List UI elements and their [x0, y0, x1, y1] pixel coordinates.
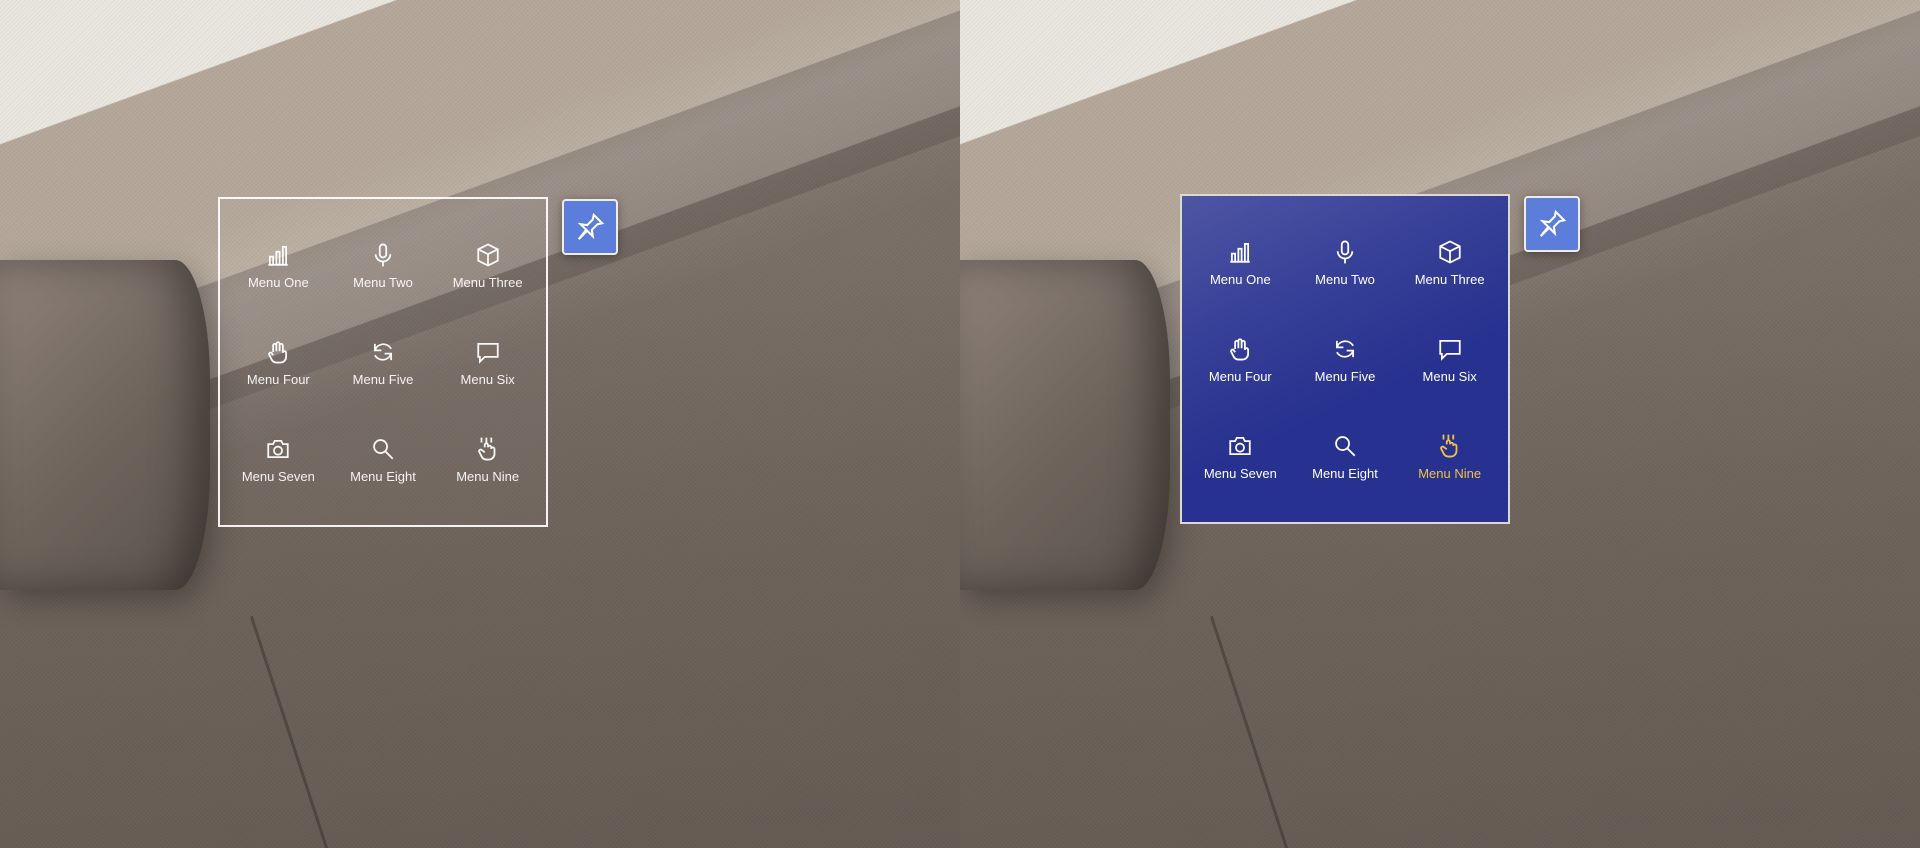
pillow — [960, 260, 1170, 590]
menu-label: Menu Five — [1315, 370, 1376, 384]
pin-button[interactable] — [1524, 196, 1580, 252]
menu-label: Menu Four — [247, 373, 310, 387]
menu-label: Menu Eight — [1312, 467, 1378, 481]
menu-label: Menu Two — [353, 276, 413, 290]
cube-icon — [471, 240, 505, 270]
microphone-icon — [366, 240, 400, 270]
menu-label: Menu Six — [1423, 370, 1477, 384]
pin-icon — [1537, 209, 1567, 239]
menu-label: Menu Six — [461, 373, 515, 387]
menu-item-two[interactable]: Menu Two — [331, 217, 436, 314]
menu-label: Menu Five — [353, 373, 414, 387]
hand-menu-panel-left: Menu One Menu Two Menu Three Menu Four M… — [218, 197, 548, 527]
menu-item-three[interactable]: Menu Three — [1397, 214, 1502, 311]
menu-item-two[interactable]: Menu Two — [1293, 214, 1398, 311]
pillow — [0, 260, 210, 590]
menu-item-six[interactable]: Menu Six — [1397, 311, 1502, 408]
camera-icon — [261, 434, 295, 464]
refresh-icon — [1328, 334, 1362, 364]
menu-item-five[interactable]: Menu Five — [1293, 311, 1398, 408]
microphone-icon — [1328, 237, 1362, 267]
menu-label: Menu Two — [1315, 273, 1375, 287]
menu-label: Menu Nine — [456, 470, 519, 484]
chat-icon — [1433, 334, 1467, 364]
bar-chart-icon — [1223, 237, 1257, 267]
refresh-icon — [366, 337, 400, 367]
menu-label: Menu Four — [1209, 370, 1272, 384]
menu-label: Menu Three — [453, 276, 523, 290]
menu-label: Menu Nine — [1418, 467, 1481, 481]
search-icon — [1328, 431, 1362, 461]
menu-item-one[interactable]: Menu One — [1188, 214, 1293, 311]
menu-label: Menu Seven — [242, 470, 315, 484]
right-view: Menu One Menu Two Menu Three Menu Four M… — [960, 0, 1920, 848]
touch-icon — [471, 434, 505, 464]
menu-item-six[interactable]: Menu Six — [435, 314, 540, 411]
pin-icon — [575, 212, 605, 242]
pin-button[interactable] — [562, 199, 618, 255]
menu-item-three[interactable]: Menu Three — [435, 217, 540, 314]
menu-item-four[interactable]: Menu Four — [226, 314, 331, 411]
chat-icon — [471, 337, 505, 367]
comparison-scene: Menu One Menu Two Menu Three Menu Four M… — [0, 0, 1920, 848]
hand-icon — [261, 337, 295, 367]
menu-item-nine[interactable]: Menu Nine — [1397, 407, 1502, 504]
menu-item-nine[interactable]: Menu Nine — [435, 410, 540, 507]
menu-item-five[interactable]: Menu Five — [331, 314, 436, 411]
menu-item-eight[interactable]: Menu Eight — [331, 410, 436, 507]
hand-menu-panel-right: Menu One Menu Two Menu Three Menu Four M… — [1180, 194, 1510, 524]
menu-grid: Menu One Menu Two Menu Three Menu Four M… — [1180, 194, 1510, 524]
hand-icon — [1223, 334, 1257, 364]
touch-icon — [1433, 431, 1467, 461]
left-view: Menu One Menu Two Menu Three Menu Four M… — [0, 0, 960, 848]
menu-label: Menu Eight — [350, 470, 416, 484]
menu-item-eight[interactable]: Menu Eight — [1293, 407, 1398, 504]
search-icon — [366, 434, 400, 464]
menu-label: Menu Three — [1415, 273, 1485, 287]
camera-icon — [1223, 431, 1257, 461]
menu-grid: Menu One Menu Two Menu Three Menu Four M… — [218, 197, 548, 527]
menu-label: Menu Seven — [1204, 467, 1277, 481]
menu-item-four[interactable]: Menu Four — [1188, 311, 1293, 408]
menu-item-one[interactable]: Menu One — [226, 217, 331, 314]
menu-item-seven[interactable]: Menu Seven — [226, 410, 331, 507]
bar-chart-icon — [261, 240, 295, 270]
menu-item-seven[interactable]: Menu Seven — [1188, 407, 1293, 504]
menu-label: Menu One — [248, 276, 309, 290]
cube-icon — [1433, 237, 1467, 267]
menu-label: Menu One — [1210, 273, 1271, 287]
